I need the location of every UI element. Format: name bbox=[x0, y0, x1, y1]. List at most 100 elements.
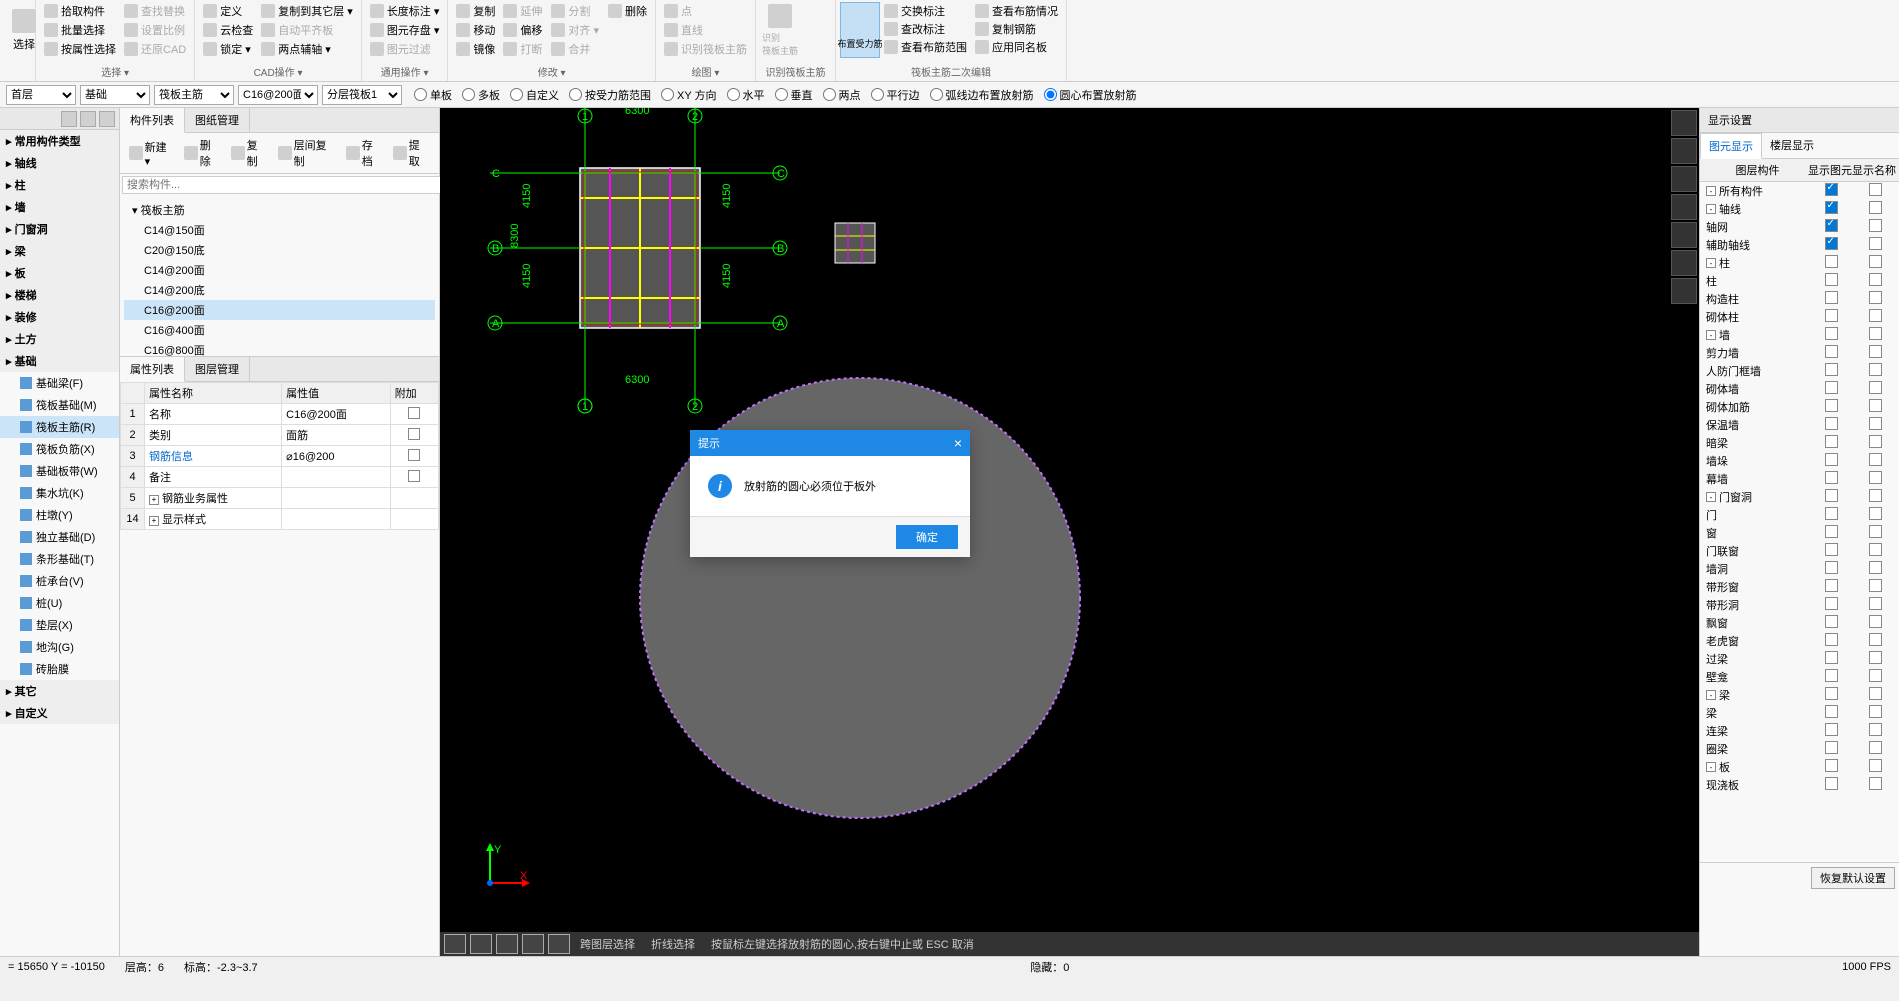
toolbar-btn[interactable]: 提取 bbox=[390, 136, 433, 170]
nav-item[interactable]: 集水坑(K) bbox=[0, 482, 119, 504]
mode2-label[interactable]: 折线选择 bbox=[645, 936, 701, 952]
expand-icon[interactable]: - bbox=[1706, 258, 1716, 268]
prop-tab[interactable]: 属性列表 bbox=[120, 357, 185, 382]
ribbon-btn[interactable]: 移动 bbox=[452, 21, 499, 39]
filter-radio[interactable]: 按受力筋范围 bbox=[569, 87, 651, 103]
nav-group[interactable]: ▸ 装修 bbox=[0, 306, 119, 328]
prop-value[interactable]: ⌀16@200 bbox=[282, 446, 391, 467]
show-name-checkbox[interactable] bbox=[1869, 255, 1882, 268]
layer-label[interactable]: 带形窗 bbox=[1702, 579, 1809, 595]
nav-item[interactable]: 柱墩(Y) bbox=[0, 504, 119, 526]
ribbon-btn[interactable]: 长度标注 ▾ bbox=[366, 2, 444, 20]
layer-label[interactable]: -梁 bbox=[1702, 687, 1809, 703]
nav-item[interactable]: 垫层(X) bbox=[0, 614, 119, 636]
show-name-checkbox[interactable] bbox=[1869, 579, 1882, 592]
filter-select[interactable]: 基础 bbox=[80, 85, 150, 105]
filter-radio[interactable]: 弧线边布置放射筋 bbox=[930, 87, 1034, 103]
layer-label[interactable]: 柱 bbox=[1702, 273, 1809, 289]
expand-icon[interactable]: - bbox=[1706, 330, 1716, 340]
prop-checkbox[interactable] bbox=[408, 428, 420, 440]
toolbar-btn[interactable]: 新建 ▾ bbox=[126, 136, 177, 170]
prop-value[interactable] bbox=[282, 488, 391, 509]
nav-item[interactable]: 桩(U) bbox=[0, 592, 119, 614]
tree-item[interactable]: C14@150面 bbox=[124, 220, 435, 240]
canvas-bb-4[interactable] bbox=[522, 934, 544, 954]
expand-icon[interactable]: + bbox=[149, 516, 159, 526]
show-name-checkbox[interactable] bbox=[1869, 453, 1882, 466]
ribbon-btn[interactable]: 复制到其它层 ▾ bbox=[257, 2, 357, 20]
toolbar-btn[interactable]: 删除 bbox=[181, 136, 224, 170]
filter-select[interactable]: 分层筏板1 bbox=[322, 85, 402, 105]
right-tab[interactable]: 楼层显示 bbox=[1762, 133, 1822, 158]
prop-value[interactable] bbox=[282, 467, 391, 488]
tree-item[interactable]: C16@400面 bbox=[124, 320, 435, 340]
filter-select[interactable]: C16@200面 bbox=[238, 85, 318, 105]
prop-link[interactable]: 钢筋信息 bbox=[149, 451, 193, 463]
show-name-checkbox[interactable] bbox=[1869, 543, 1882, 556]
filter-radio[interactable]: 垂直 bbox=[775, 87, 813, 103]
show-element-checkbox[interactable] bbox=[1825, 525, 1838, 538]
layer-label[interactable]: 墙垛 bbox=[1702, 453, 1809, 469]
show-name-checkbox[interactable] bbox=[1869, 345, 1882, 358]
ribbon-btn[interactable]: 锁定 ▾ bbox=[199, 40, 257, 58]
nav-group[interactable]: ▸ 板 bbox=[0, 262, 119, 284]
show-element-checkbox[interactable] bbox=[1825, 705, 1838, 718]
show-name-checkbox[interactable] bbox=[1869, 651, 1882, 664]
layer-label[interactable]: 砌体墙 bbox=[1702, 381, 1809, 397]
ribbon-btn[interactable]: 批量选择 bbox=[40, 21, 120, 39]
prop-checkbox[interactable] bbox=[408, 449, 420, 461]
canvas-bb-2[interactable] bbox=[470, 934, 492, 954]
layer-label[interactable]: 构造柱 bbox=[1702, 291, 1809, 307]
expand-icon[interactable]: - bbox=[1706, 762, 1716, 772]
filter-radio[interactable]: 自定义 bbox=[510, 87, 559, 103]
layer-label[interactable]: -所有构件 bbox=[1702, 183, 1809, 199]
layer-label[interactable]: 窗 bbox=[1702, 525, 1809, 541]
mid-tab[interactable]: 构件列表 bbox=[120, 108, 185, 133]
nav-group[interactable]: ▸ 楼梯 bbox=[0, 284, 119, 306]
show-element-checkbox[interactable] bbox=[1825, 687, 1838, 700]
layer-label[interactable]: 现浇板 bbox=[1702, 777, 1809, 793]
nav-group[interactable]: ▸ 柱 bbox=[0, 174, 119, 196]
ribbon-btn[interactable]: 定义 bbox=[199, 2, 257, 20]
canvas-bb-1[interactable] bbox=[444, 934, 466, 954]
show-name-checkbox[interactable] bbox=[1869, 435, 1882, 448]
layer-label[interactable]: 墙洞 bbox=[1702, 561, 1809, 577]
ribbon-btn[interactable]: 云检查 bbox=[199, 21, 257, 39]
prop-checkbox[interactable] bbox=[408, 470, 420, 482]
canvas-tool-1[interactable] bbox=[1671, 110, 1697, 136]
show-name-checkbox[interactable] bbox=[1869, 777, 1882, 790]
show-element-checkbox[interactable] bbox=[1825, 273, 1838, 286]
show-name-checkbox[interactable] bbox=[1869, 615, 1882, 628]
nav-item[interactable]: 筏板负筋(X) bbox=[0, 438, 119, 460]
show-element-checkbox[interactable] bbox=[1825, 381, 1838, 394]
prop-value[interactable]: 面筋 bbox=[282, 425, 391, 446]
ribbon-btn[interactable]: 复制 bbox=[452, 2, 499, 20]
show-element-checkbox[interactable] bbox=[1825, 363, 1838, 376]
tree-item[interactable]: C20@150底 bbox=[124, 240, 435, 260]
show-element-checkbox[interactable] bbox=[1825, 633, 1838, 646]
layer-label[interactable]: 老虎窗 bbox=[1702, 633, 1809, 649]
show-element-checkbox[interactable] bbox=[1825, 309, 1838, 322]
ribbon-btn[interactable]: 删除 bbox=[604, 2, 651, 20]
layer-label[interactable]: 过梁 bbox=[1702, 651, 1809, 667]
filter-radio[interactable]: 两点 bbox=[823, 87, 861, 103]
layer-label[interactable]: 圈梁 bbox=[1702, 741, 1809, 757]
filter-radio[interactable]: XY 方向 bbox=[661, 87, 717, 103]
canvas-tool-6[interactable] bbox=[1671, 250, 1697, 276]
ribbon-btn[interactable]: 镜像 bbox=[452, 40, 499, 58]
show-name-checkbox[interactable] bbox=[1869, 237, 1882, 250]
show-name-checkbox[interactable] bbox=[1869, 723, 1882, 736]
nav-collapse-icon[interactable] bbox=[99, 111, 115, 127]
ribbon-btn[interactable]: 两点辅轴 ▾ bbox=[257, 40, 357, 58]
nav-group[interactable]: ▸ 轴线 bbox=[0, 152, 119, 174]
show-element-checkbox[interactable] bbox=[1825, 453, 1838, 466]
layer-label[interactable]: 门 bbox=[1702, 507, 1809, 523]
show-name-checkbox[interactable] bbox=[1869, 633, 1882, 646]
show-name-checkbox[interactable] bbox=[1869, 759, 1882, 772]
layer-label[interactable]: 剪力墙 bbox=[1702, 345, 1809, 361]
show-name-checkbox[interactable] bbox=[1869, 201, 1882, 214]
layer-label[interactable]: 壁龛 bbox=[1702, 669, 1809, 685]
show-element-checkbox[interactable] bbox=[1825, 651, 1838, 664]
show-element-checkbox[interactable] bbox=[1825, 237, 1838, 250]
layer-label[interactable]: -门窗洞 bbox=[1702, 489, 1809, 505]
